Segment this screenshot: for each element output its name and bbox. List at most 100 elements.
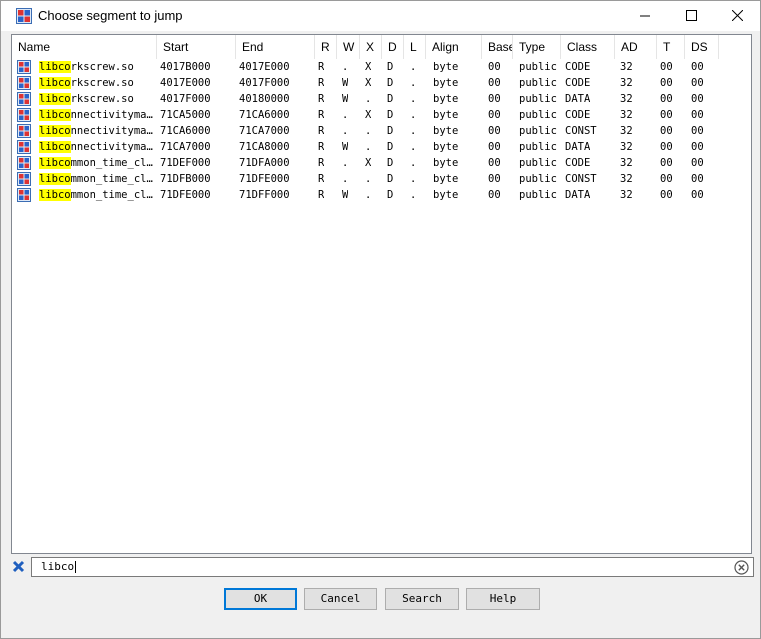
x-icon[interactable] <box>12 560 25 573</box>
text-caret <box>75 561 77 573</box>
segment-name: libcommon_time_cl… <box>39 171 155 187</box>
segment-align: byte <box>433 93 459 105</box>
column-header-name[interactable]: Name <box>12 35 157 59</box>
segment-base: 00 <box>488 109 501 121</box>
table-row[interactable]: libcommon_time_cl… 71DEF000 71DFA000 R. X D. b… <box>12 155 751 171</box>
column-header-end[interactable]: End <box>236 35 315 59</box>
segment-ad: 32 <box>620 93 633 105</box>
column-header-ds[interactable]: DS <box>685 35 719 59</box>
filter-input-text: libco <box>41 560 77 573</box>
segment-w: . <box>342 61 349 73</box>
column-header-type[interactable]: Type <box>513 35 561 59</box>
segment-l: . <box>410 173 417 185</box>
close-button[interactable] <box>714 1 760 31</box>
segment-class: CODE <box>565 77 591 89</box>
help-button[interactable]: Help <box>466 588 540 610</box>
segment-base: 00 <box>488 157 501 169</box>
segment-ds: 00 <box>691 173 704 185</box>
ok-button[interactable]: OK <box>224 588 297 610</box>
search-button[interactable]: Search <box>385 588 459 610</box>
segment-ds: 00 <box>691 109 704 121</box>
segment-r: R <box>318 77 325 89</box>
table-row[interactable]: libcorkscrew.so 4017B000 4017E000 R. X D. byte… <box>12 59 751 75</box>
window-title: Choose segment to jump <box>38 8 183 23</box>
table-row[interactable]: libconnectivityma… 71CA6000 71CA7000 R.. D. b… <box>12 123 751 139</box>
segment-d: D <box>387 93 394 105</box>
column-header-t[interactable]: T <box>657 35 685 59</box>
segment-type: public <box>519 61 557 73</box>
segment-start: 71DFB000 <box>160 173 211 185</box>
table-row[interactable]: libcommon_time_cl… 71DFB000 71DFE000 R.. D. b… <box>12 171 751 187</box>
segment-d: D <box>387 125 394 137</box>
segment-start: 71CA5000 <box>160 109 211 121</box>
name-rest: mmon_time_cl… <box>70 189 153 201</box>
maximize-icon <box>686 10 697 21</box>
name-match-highlight: libco <box>39 125 71 137</box>
segment-r: R <box>318 173 325 185</box>
segment-class: CODE <box>565 109 591 121</box>
segment-r: R <box>318 157 325 169</box>
segment-ad: 32 <box>620 189 633 201</box>
column-header-class[interactable]: Class <box>561 35 615 59</box>
segment-t: 00 <box>660 109 673 121</box>
column-header-align[interactable]: Align <box>426 35 482 59</box>
segment-ad: 32 <box>620 141 633 153</box>
name-match-highlight: libco <box>39 109 71 121</box>
segment-r: R <box>318 189 325 201</box>
column-header-r[interactable]: R <box>315 35 337 59</box>
segment-start: 4017F000 <box>160 93 211 105</box>
segment-l: . <box>410 77 417 89</box>
segment-base: 00 <box>488 77 501 89</box>
table-row[interactable]: libcorkscrew.so 4017E000 4017F000 R W X D. byte… <box>12 75 751 91</box>
minimize-button[interactable] <box>622 1 668 31</box>
segment-rows: libcorkscrew.so 4017B000 4017E000 R. X D. byte… <box>12 59 751 203</box>
segment-t: 00 <box>660 157 673 169</box>
maximize-button[interactable] <box>668 1 714 31</box>
column-header-x[interactable]: X <box>360 35 382 59</box>
column-header-start[interactable]: Start <box>157 35 236 59</box>
segment-start: 71DFE000 <box>160 189 211 201</box>
segment-ad: 32 <box>620 61 633 73</box>
circle-x-icon[interactable] <box>734 560 749 575</box>
segment-name: libcommon_time_cl… <box>39 155 155 171</box>
segment-d: D <box>387 157 394 169</box>
segment-align: byte <box>433 157 459 169</box>
segment-ds: 00 <box>691 189 704 201</box>
name-rest: mmon_time_cl… <box>70 173 153 185</box>
table-row[interactable]: libconnectivityma… 71CA5000 71CA6000 R. X D. b… <box>12 107 751 123</box>
segment-d: D <box>387 173 394 185</box>
column-header-l[interactable]: L <box>404 35 426 59</box>
segment-align: byte <box>433 173 459 185</box>
segment-r: R <box>318 125 325 137</box>
column-header-d[interactable]: D <box>382 35 404 59</box>
segment-ad: 32 <box>620 77 633 89</box>
name-rest: mmon_time_cl… <box>70 157 153 169</box>
title-bar[interactable]: Choose segment to jump <box>1 1 760 31</box>
segment-end: 4017F000 <box>239 77 290 89</box>
name-match-highlight: libco <box>39 157 71 169</box>
segment-x: . <box>365 189 372 201</box>
segment-r: R <box>318 61 325 73</box>
name-rest: rkscrew.so <box>70 77 134 89</box>
filter-input[interactable]: libco <box>31 557 754 577</box>
table-row[interactable]: libcommon_time_cl… 71DFE000 71DFF000 R W. D. b… <box>12 187 751 203</box>
column-header-w[interactable]: W <box>337 35 360 59</box>
segment-list[interactable]: Name Start End R W X D L Align Base Type… <box>11 34 752 554</box>
segment-align: byte <box>433 77 459 89</box>
segment-type: public <box>519 189 557 201</box>
segment-class: CONST <box>565 125 597 137</box>
segment-t: 00 <box>660 189 673 201</box>
table-row[interactable]: libcorkscrew.so 4017F000 40180000 R W. D. byte… <box>12 91 751 107</box>
cancel-button[interactable]: Cancel <box>304 588 377 610</box>
segment-name: libconnectivityma… <box>39 107 155 123</box>
name-rest: nnectivityma… <box>70 125 153 137</box>
name-match-highlight: libco <box>39 173 71 185</box>
segment-w: W <box>342 189 349 201</box>
column-header-ad[interactable]: AD <box>615 35 657 59</box>
name-match-highlight: libco <box>39 141 71 153</box>
segment-icon <box>17 108 31 122</box>
table-row[interactable]: libconnectivityma… 71CA7000 71CA8000 R W. D. b… <box>12 139 751 155</box>
column-header-base[interactable]: Base <box>482 35 513 59</box>
segment-x: X <box>365 61 372 73</box>
segment-name: libcorkscrew.so <box>39 59 155 75</box>
